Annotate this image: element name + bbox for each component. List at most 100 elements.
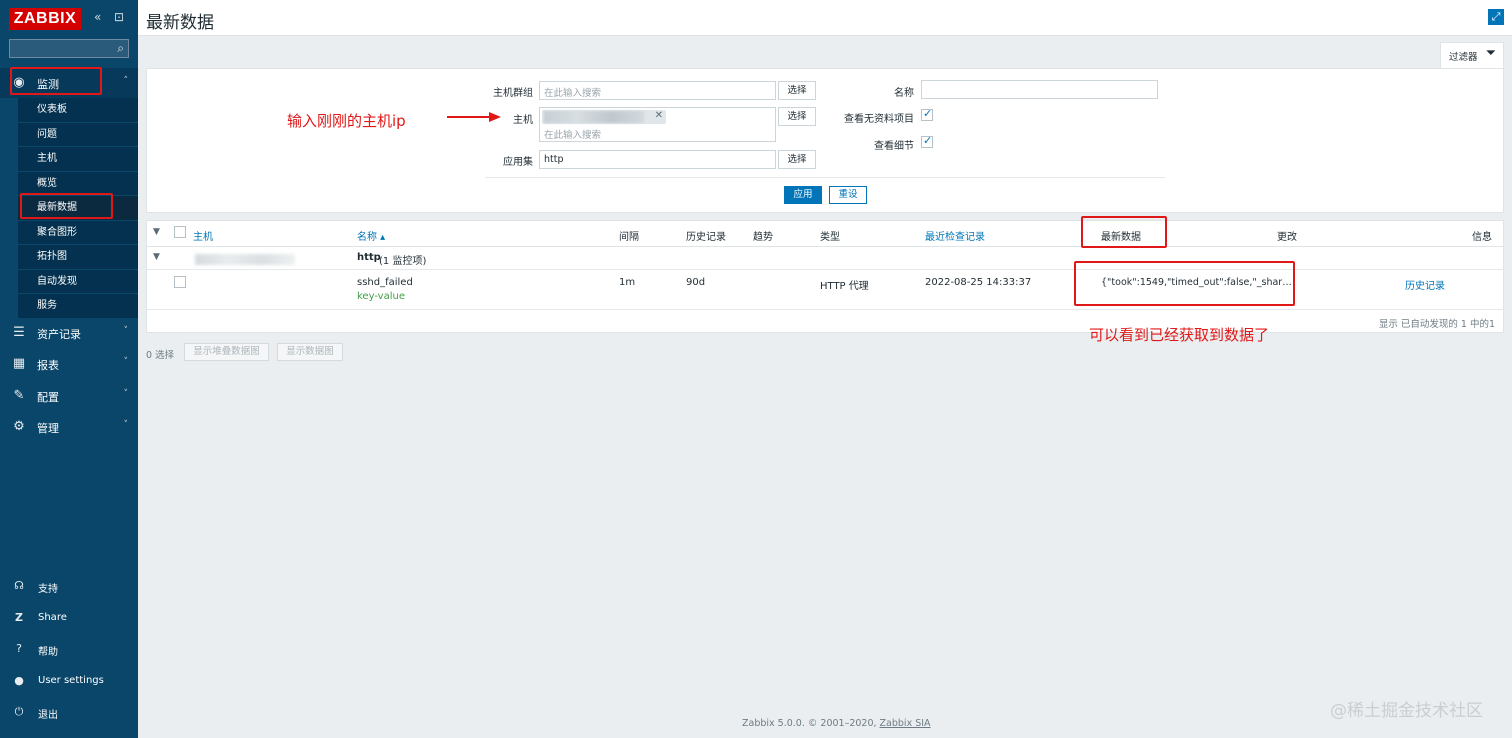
funnel-icon: ⏷ <box>1485 46 1496 61</box>
help-icon: ? <box>16 642 22 655</box>
submenu-dashboard[interactable]: 仪表板 <box>18 98 138 123</box>
selected-count: 0 选择 <box>146 350 175 361</box>
sidebar-sign-out[interactable]: ⏻ 退出 <box>0 701 138 723</box>
th-trends: 趋势 <box>753 232 773 243</box>
sign-out-label: 退出 <box>38 710 58 721</box>
submenu-screens[interactable]: 聚合图形 <box>18 220 138 245</box>
group-name: http <box>357 252 381 263</box>
menu-reports[interactable]: ▦ 报表 ˅ <box>0 349 138 379</box>
application-input[interactable]: http <box>539 150 776 169</box>
submenu-problems[interactable]: 问题 <box>18 122 138 147</box>
support-label: 支持 <box>38 584 58 595</box>
collapse-sidebar-icon[interactable]: « <box>94 10 101 24</box>
th-change: 更改 <box>1277 232 1297 243</box>
sidebar-help[interactable]: ? 帮助 <box>0 638 138 660</box>
menu-configuration-label: 配置 <box>37 391 59 404</box>
item-interval: 1m <box>619 277 636 288</box>
group-count: (1 监控项) <box>379 256 427 267</box>
annotation-box-last-value <box>1074 261 1295 306</box>
chevron-up-icon: ˄ <box>123 76 129 86</box>
power-icon: ⏻ <box>14 705 24 718</box>
host-group-input[interactable]: 在此输入搜索 <box>539 81 776 100</box>
apply-button[interactable]: 应用 <box>784 186 822 204</box>
host-group-select-button[interactable]: 选择 <box>778 81 816 100</box>
annotation-box-monitoring <box>10 67 102 95</box>
annotation-host-hint: 输入刚刚的主机ip <box>287 112 406 130</box>
sidebar-user-settings[interactable]: ● User settings <box>0 670 138 692</box>
item-type: HTTP 代理 <box>820 281 869 292</box>
sidebar-share[interactable]: Z Share <box>0 607 138 629</box>
name-input[interactable] <box>921 80 1158 99</box>
th-last-check[interactable]: 最近检查记录 <box>925 228 985 243</box>
page-header: 最新数据 ⤢ <box>138 0 1512 36</box>
zabbix-logo[interactable]: ZABBIX <box>9 8 81 30</box>
menu-inventory-label: 资产记录 <box>37 328 81 341</box>
share-label: Share <box>38 612 67 623</box>
kiosk-mode-icon[interactable]: ⊡ <box>114 10 124 24</box>
chevron-down-icon: ˅ <box>123 389 129 399</box>
host-chip-redacted <box>544 111 644 123</box>
row-checkbox[interactable] <box>174 276 186 288</box>
group-divider <box>147 269 1505 270</box>
filter-tab[interactable]: 过滤器 ⏷ <box>1440 42 1504 68</box>
chevron-down-icon: ˅ <box>123 357 129 367</box>
th-interval: 间隔 <box>619 232 639 243</box>
submenu-maps[interactable]: 拓扑图 <box>18 245 138 270</box>
sidebar: ZABBIX « ⊡ ⌕ ◉ 监测 ˄ 仪表板 问题 主机 概览 最新数据 聚合… <box>0 0 138 738</box>
show-graph-button[interactable]: 显示数据图 <box>277 343 343 361</box>
table-stats: 显示 已自动发现的 1 中的1 <box>1378 319 1495 330</box>
remove-chip-icon[interactable]: ✕ <box>655 110 663 121</box>
show-stacked-graph-button[interactable]: 显示堆叠数据图 <box>184 343 269 361</box>
history-link[interactable]: 历史记录 <box>1405 277 1445 292</box>
user-settings-label: User settings <box>38 675 104 686</box>
menu-configuration[interactable]: ✎ 配置 ˅ <box>0 381 138 411</box>
reset-button[interactable]: 重设 <box>829 186 867 204</box>
collapse-all-icon[interactable]: ▼ <box>153 227 160 237</box>
item-history: 90d <box>686 277 706 288</box>
page-title: 最新数据 <box>146 13 214 33</box>
item-name: sshd_failed <box>357 277 413 288</box>
annotation-box-latest-data <box>20 193 113 219</box>
collapse-group-icon[interactable]: ▼ <box>153 252 160 262</box>
show-details-checkbox[interactable] <box>921 134 933 148</box>
annotation-box-last-value-header <box>1081 216 1167 248</box>
submenu-hosts[interactable]: 主机 <box>18 147 138 172</box>
th-host[interactable]: 主机 <box>193 228 213 243</box>
filter-divider <box>485 177 1165 178</box>
share-icon: Z <box>15 611 23 624</box>
copyright-text: Zabbix 5.0.0. © 2001–2020, <box>742 718 880 729</box>
submenu-services[interactable]: 服务 <box>18 294 138 319</box>
footer-copyright: Zabbix 5.0.0. © 2001–2020, Zabbix SIA <box>742 718 931 729</box>
filter-tab-label: 过滤器 <box>1449 52 1478 63</box>
host-multiselect[interactable]: ✕ 在此输入搜索 <box>539 107 776 142</box>
th-info: 信息 <box>1472 232 1492 243</box>
show-details-label: 查看细节 <box>874 141 914 152</box>
gear-icon: ⚙ <box>13 419 25 434</box>
select-all-checkbox[interactable] <box>174 226 186 238</box>
chevron-down-icon: ˅ <box>123 326 129 336</box>
item-key: key-value <box>357 291 405 302</box>
sidebar-support[interactable]: ☊ 支持 <box>0 575 138 597</box>
application-select-button[interactable]: 选择 <box>778 150 816 169</box>
host-group-label: 主机群组 <box>493 88 533 99</box>
show-no-data-checkbox[interactable] <box>921 107 933 121</box>
th-history: 历史记录 <box>686 232 726 243</box>
th-name[interactable]: 名称 ▴ <box>357 228 385 243</box>
fullscreen-button[interactable]: ⤢ <box>1488 9 1504 25</box>
menu-inventory[interactable]: ☰ 资产记录 ˅ <box>0 318 138 348</box>
filter-panel: 主机群组 在此输入搜索 选择 主机 ✕ 在此输入搜索 选择 应用集 http 选… <box>146 68 1504 213</box>
list-icon: ☰ <box>13 325 25 340</box>
application-label: 应用集 <box>503 157 533 168</box>
th-type: 类型 <box>820 232 840 243</box>
chevron-down-icon: ˅ <box>123 420 129 430</box>
header-divider <box>147 246 1505 247</box>
sidebar-search-input[interactable]: ⌕ <box>9 39 129 58</box>
company-link[interactable]: Zabbix SIA <box>880 718 931 729</box>
menu-administration[interactable]: ⚙ 管理 ˅ <box>0 412 138 442</box>
submenu-discovery[interactable]: 自动发现 <box>18 269 138 294</box>
search-icon[interactable]: ⌕ <box>117 41 124 56</box>
menu-administration-label: 管理 <box>37 422 59 435</box>
latest-data-table: ▼ 主机 名称 ▴ 间隔 历史记录 趋势 类型 最近检查记录 最新数据 更改 信… <box>146 220 1505 333</box>
annotation-data-hint: 可以看到已经获取到数据了 <box>1089 326 1270 344</box>
host-chip: ✕ <box>542 110 666 124</box>
